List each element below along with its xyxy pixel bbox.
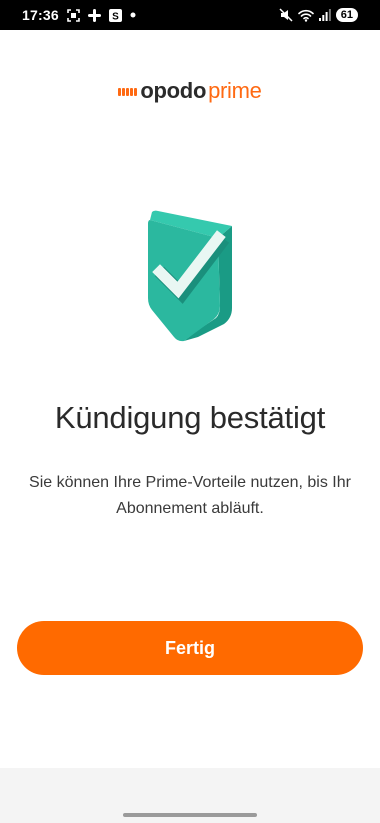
status-bar: 17:36 S 61 [0, 0, 380, 30]
wifi-icon [297, 9, 314, 22]
opodo-prime-logo: opodo prime [0, 78, 380, 104]
slack-icon [87, 8, 101, 22]
s-app-icon: S [108, 8, 122, 22]
home-indicator[interactable] [123, 813, 257, 817]
confirmation-message: Sie können Ihre Prime-Vorteile nutzen, b… [29, 474, 351, 517]
signal-icon [318, 9, 331, 21]
logo-brand: opodo [140, 78, 207, 103]
screenshot-icon [67, 8, 80, 22]
notification-dot-icon [130, 12, 136, 18]
battery-icon: 61 [335, 8, 358, 22]
logo-product: prime [208, 78, 262, 103]
confirmation-title: Kündigung bestätigt [54, 400, 326, 435]
logo-dots-icon [118, 88, 138, 96]
shield-check-icon [138, 210, 242, 342]
done-button[interactable]: Fertig [17, 621, 363, 675]
svg-text:S: S [112, 11, 119, 22]
mute-icon [279, 8, 293, 22]
status-time: 17:36 [22, 7, 59, 23]
